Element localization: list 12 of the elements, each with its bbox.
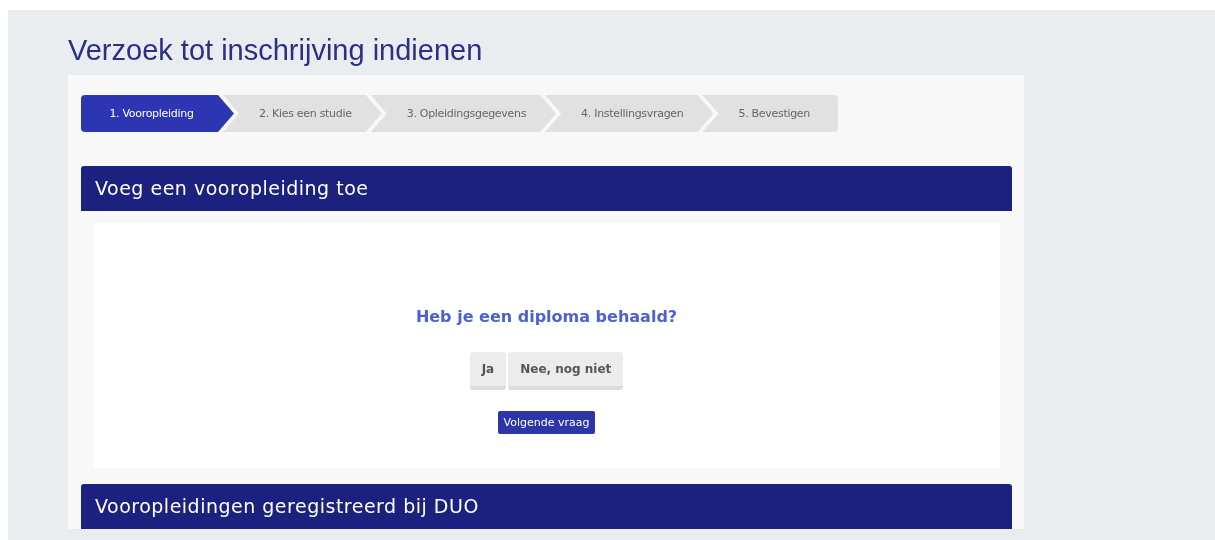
panel-header: Voeg een vooropleiding toe (81, 166, 1012, 211)
page-title: Verzoek tot inschrijving indienen (68, 33, 484, 68)
step-tab[interactable]: 5. Bevestigen (702, 95, 838, 132)
step-tab[interactable]: 2. Kies een studie (223, 95, 382, 132)
step-tab[interactable]: 1. Vooropleiding (81, 95, 234, 132)
choice-button[interactable]: Ja (469, 352, 507, 390)
next-button[interactable]: Volgende vraag (497, 411, 596, 434)
question-text: Heb je een diploma behaald? (415, 307, 678, 326)
step-tab[interactable]: 4. Instellingsvragen (545, 95, 714, 132)
choice-button[interactable]: Nee, nog niet (508, 352, 624, 390)
panel-header: Vooropleidingen geregistreerd bij DUO (81, 484, 1012, 529)
step-tab[interactable]: 3. Opleidingsgegevens (370, 95, 557, 132)
